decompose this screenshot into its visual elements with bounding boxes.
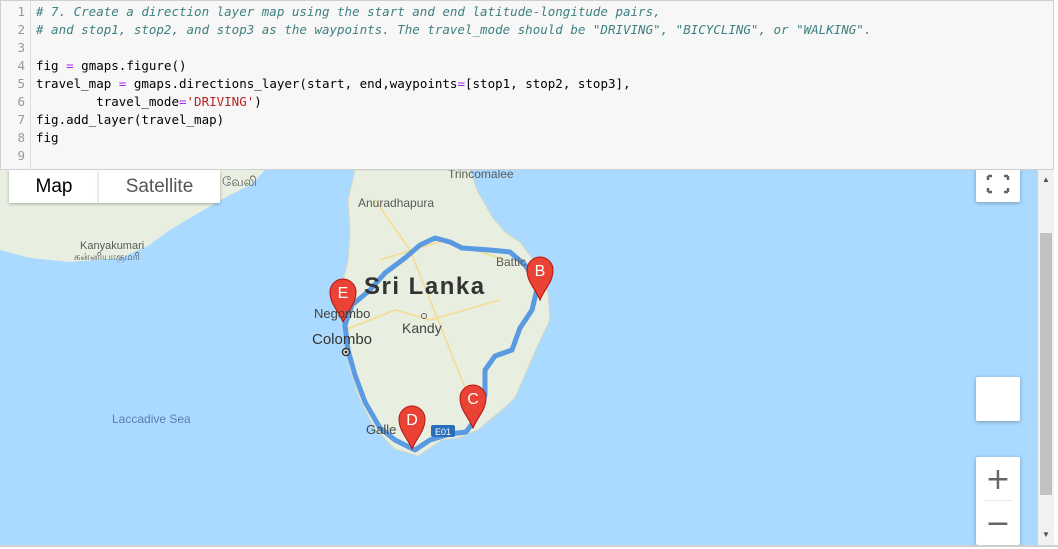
map-type-satellite-button[interactable]: Satellite — [99, 170, 220, 203]
zoom-out-button[interactable]: − — [976, 501, 1020, 545]
label-sri-lanka: Sri Lanka — [364, 273, 486, 300]
line-number: 4 — [17, 58, 25, 73]
map-type-map-button[interactable]: Map — [9, 170, 99, 203]
code-line-7: fig.add_layer(travel_map) — [36, 112, 225, 127]
zoom-in-button[interactable]: + — [976, 457, 1020, 501]
google-map[interactable]: B C D E Trincomalee Anuradhapura Sri Lan… — [0, 170, 1038, 545]
scrollbar-thumb[interactable] — [1040, 233, 1052, 495]
scroll-up-arrow-icon[interactable]: ▲ — [1038, 173, 1054, 187]
label-trincomalee: Trincomalee — [448, 170, 514, 181]
line-number: 6 — [17, 94, 25, 109]
label-kandy: Kandy — [402, 320, 442, 336]
svg-text:D: D — [406, 412, 418, 429]
line-number-gutter: 1 2 3 4 5 6 7 8 9 — [1, 1, 31, 169]
fullscreen-button[interactable] — [976, 170, 1020, 202]
label-partial-left: வேலி — [222, 175, 257, 190]
svg-text:E: E — [338, 285, 349, 302]
colombo-dot-center — [344, 350, 348, 354]
code-line-2: # and stop1, stop2, and stop3 as the way… — [36, 22, 872, 37]
scroll-down-arrow-icon[interactable]: ▼ — [1038, 528, 1054, 542]
label-colombo: Colombo — [312, 331, 372, 348]
output-bottom-border — [0, 545, 1058, 547]
code-line-1: # 7. Create a direction layer map using … — [36, 4, 661, 19]
code-line-8: fig — [36, 130, 59, 145]
svg-text:B: B — [535, 263, 546, 280]
label-laccadive-sea: Laccadive Sea — [112, 412, 191, 426]
line-number: 2 — [17, 22, 25, 37]
label-kanyakumari: Kanyakumari — [80, 240, 144, 252]
line-number: 8 — [17, 130, 25, 145]
map-canvas[interactable]: B C D E Trincomalee Anuradhapura Sri Lan… — [0, 170, 1038, 545]
vertical-scrollbar[interactable]: ▲ ▼ — [1038, 170, 1054, 545]
line-number: 1 — [17, 4, 25, 19]
label-negombo: Negombo — [314, 306, 370, 321]
label-anuradhapura: Anuradhapura — [358, 196, 434, 210]
label-galle: Galle — [366, 422, 396, 437]
fullscreen-icon — [986, 174, 1010, 194]
code-line-6: travel_mode='DRIVING') — [36, 94, 262, 109]
svg-text:C: C — [467, 391, 479, 408]
label-highway: E01 — [435, 427, 451, 437]
line-number: 3 — [17, 40, 25, 55]
line-number: 7 — [17, 112, 25, 127]
label-batticaloa: Battic — [496, 255, 526, 269]
code-line-5: travel_map = gmaps.directions_layer(star… — [36, 76, 631, 91]
code-cell[interactable]: 1 2 3 4 5 6 7 8 9 # 7. Create a directio… — [0, 0, 1054, 170]
street-view-pegman-button[interactable] — [976, 377, 1020, 421]
line-number: 5 — [17, 76, 25, 91]
line-number: 9 — [17, 148, 25, 163]
code-line-4: fig = gmaps.figure() — [36, 58, 187, 73]
zoom-control: + − — [976, 457, 1020, 545]
label-kanyakumari-tamil: கன்னியாகுமரி — [74, 252, 140, 264]
